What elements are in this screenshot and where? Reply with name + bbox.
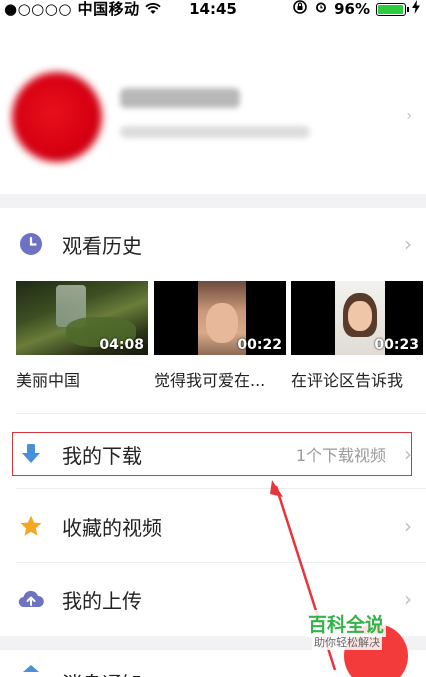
notification-icon	[18, 662, 44, 677]
chevron-right-icon: ›	[406, 108, 412, 124]
clock-icon	[18, 231, 44, 257]
history-row[interactable]: 观看历史 ›	[0, 222, 426, 266]
cloud-upload-icon	[18, 586, 44, 612]
charging-icon	[412, 0, 420, 18]
status-right: 96%	[292, 0, 420, 18]
next-row-label: 消息通知	[62, 668, 142, 677]
rotation-lock-icon	[292, 0, 308, 18]
video-thumbnail[interactable]: 00:23	[291, 281, 423, 355]
profile-info-blurred	[120, 126, 310, 138]
video-duration: 00:23	[374, 337, 419, 353]
row-separator	[16, 413, 426, 414]
history-label: 观看历史	[62, 233, 142, 258]
watermark-title: 百科全说	[306, 610, 387, 637]
highlight-box	[12, 432, 412, 476]
status-bar: ●○○○○ 中国移动 14:45 96%	[0, 0, 426, 20]
row-separator	[16, 488, 426, 489]
uploads-label: 我的上传	[62, 588, 142, 613]
watermark-badge: 百科全说 助你轻松解决	[294, 604, 426, 677]
favorites-row[interactable]: 收藏的视频 ›	[0, 504, 426, 548]
video-duration: 04:08	[99, 337, 144, 353]
chevron-right-icon: ›	[404, 232, 412, 256]
username-blurred	[120, 88, 240, 108]
avatar[interactable]	[12, 72, 102, 162]
video-thumbnail[interactable]: 04:08	[16, 281, 148, 355]
watermark-subtitle: 助你轻松解决	[312, 634, 382, 650]
star-icon	[18, 513, 44, 539]
video-thumbnail[interactable]: 00:22	[154, 281, 286, 355]
alarm-icon	[314, 0, 328, 18]
favorites-label: 收藏的视频	[62, 515, 162, 540]
section-divider	[0, 194, 426, 208]
chevron-right-icon: ›	[404, 514, 412, 538]
video-caption: 在评论区告诉我	[291, 371, 404, 390]
video-duration: 00:22	[237, 337, 282, 353]
battery-icon	[376, 2, 409, 16]
profile-header[interactable]: ›	[0, 20, 426, 194]
video-caption: 觉得我可爱在...	[154, 371, 266, 390]
video-caption: 美丽中国	[16, 371, 81, 390]
battery-percent: 96%	[334, 0, 370, 18]
row-separator	[16, 562, 426, 563]
